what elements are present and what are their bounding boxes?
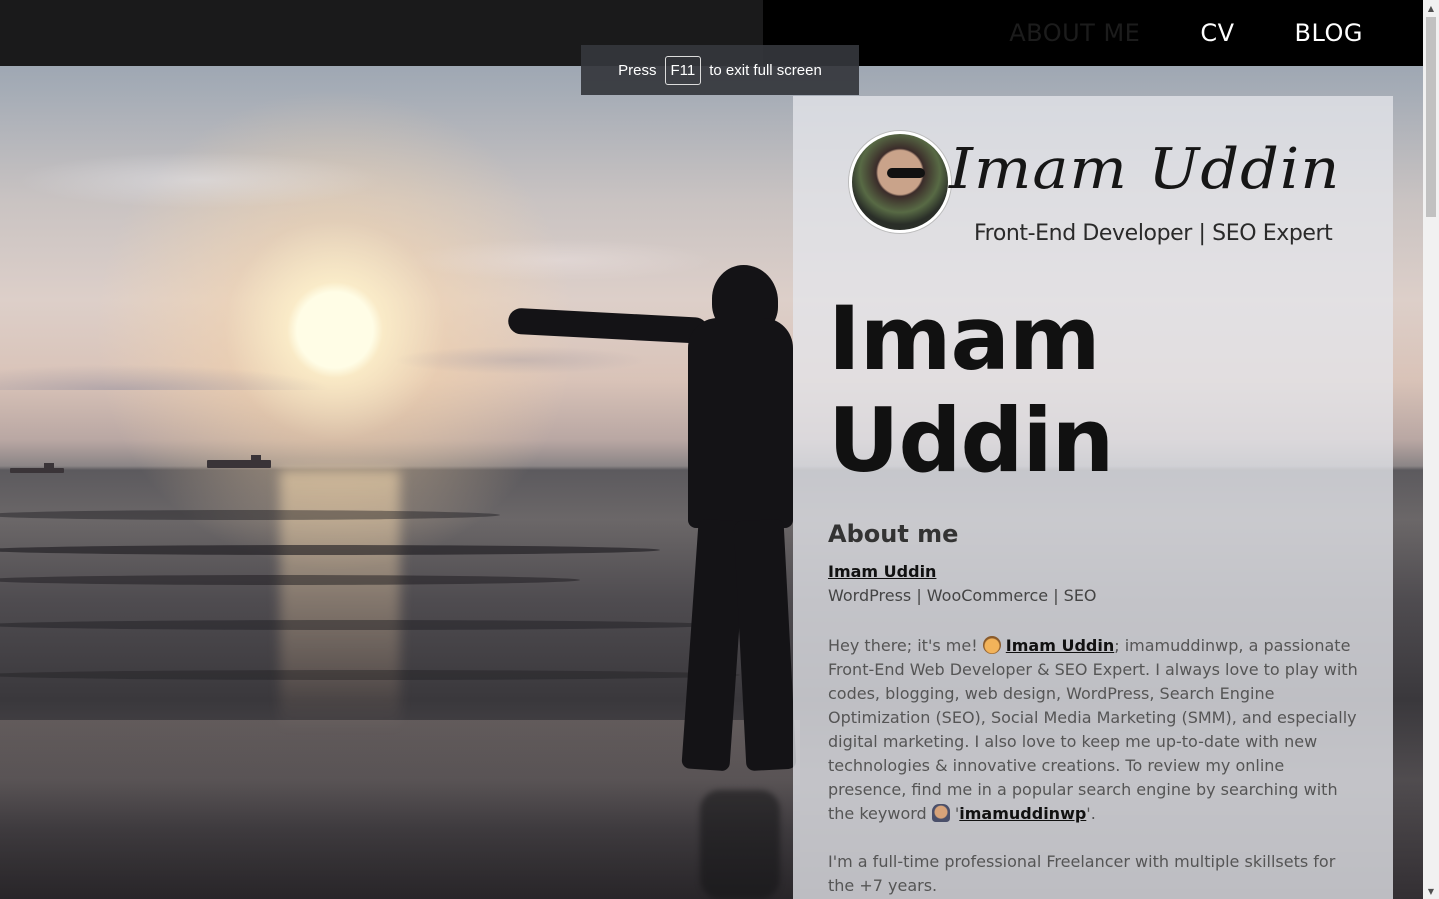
about-heading: About me <box>828 520 959 548</box>
scroll-down-arrow-icon[interactable]: ▼ <box>1423 883 1439 899</box>
keyword-link[interactable]: imamuddinwp <box>959 804 1086 823</box>
fullscreen-toast: Press F11 to exit full screen <box>581 45 859 95</box>
page-title: Imam Uddin <box>828 288 1368 492</box>
logo-signature: Imam Uddin <box>949 137 1341 202</box>
p1-middle: ; imamuddinwp, a passionate Front-End We… <box>828 636 1358 823</box>
title-line-2: Uddin <box>828 389 1114 492</box>
avatar <box>849 131 951 233</box>
sunglasses-icon <box>887 168 925 178</box>
scroll-thumb[interactable] <box>1426 17 1436 217</box>
about-panel: Imam Uddin Front-End Developer | SEO Exp… <box>793 96 1393 899</box>
inline-name-link[interactable]: Imam Uddin <box>1006 636 1114 655</box>
p1-start: Hey there; it's me! <box>828 636 983 655</box>
title-line-1: Imam <box>828 287 1101 390</box>
cowboy-face-icon <box>982 636 1001 654</box>
about-paragraph-2: I'm a full-time professional Freelancer … <box>828 852 1336 895</box>
scroll-up-arrow-icon[interactable]: ▲ <box>1423 0 1439 16</box>
nav-about-me[interactable]: ABOUT ME <box>1009 19 1140 47</box>
site-logo[interactable]: Imam Uddin Front-End Developer | SEO Exp… <box>849 131 1339 256</box>
main-nav: ABOUT ME CV BLOG <box>1009 0 1363 66</box>
vertical-scrollbar[interactable]: ▲ ▼ <box>1423 0 1439 899</box>
toast-text-after: to exit full screen <box>709 61 822 79</box>
name-link[interactable]: Imam Uddin <box>828 562 936 581</box>
toast-text-before: Press <box>618 61 657 79</box>
nav-cv[interactable]: CV <box>1200 19 1234 47</box>
logo-tagline: Front-End Developer | SEO Expert <box>974 221 1333 246</box>
detective-icon <box>931 804 950 822</box>
nav-blog[interactable]: BLOG <box>1295 19 1363 47</box>
person-silhouette <box>0 0 800 899</box>
skills-subtitle: WordPress | WooCommerce | SEO <box>828 586 1097 605</box>
about-body: Hey there; it's me! Imam Uddin; imamuddi… <box>828 634 1364 898</box>
about-paragraph-1: Hey there; it's me! Imam Uddin; imamuddi… <box>828 634 1364 826</box>
f11-key-badge: F11 <box>664 55 702 85</box>
p1-end: '. <box>1086 804 1096 823</box>
